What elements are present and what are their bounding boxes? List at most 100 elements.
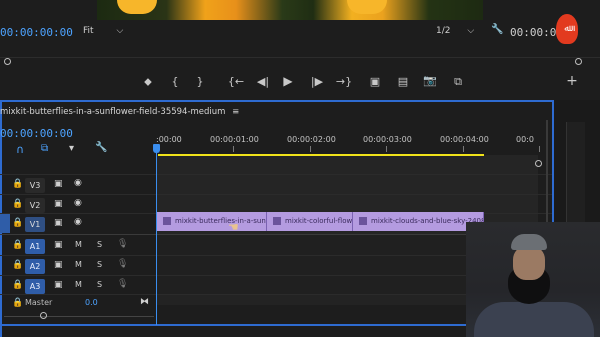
track-header-a1: 🔒 A1 ▣ M S 🎙 (0, 237, 155, 257)
mouse-cursor-icon: ☚ (228, 220, 239, 234)
lock-icon[interactable]: 🔒 (12, 280, 23, 290)
ruler-label: 00:00:01:00 (210, 135, 259, 144)
resolution-select[interactable]: 1/2 ⌵ (436, 26, 474, 36)
mark-in-button[interactable]: { (168, 75, 182, 88)
sync-lock-icon[interactable]: ▣ (54, 199, 63, 209)
fx-badge-icon (359, 217, 367, 225)
clip-v1[interactable]: mixkit-clouds-and-blue-sky-2408 (353, 212, 484, 231)
microphone-icon[interactable]: 🎙 (117, 239, 128, 249)
add-marker-icon[interactable]: ▾ (69, 143, 74, 154)
eye-icon[interactable]: ◉ (74, 198, 82, 208)
zoom-select[interactable]: Fit ⌵ (83, 26, 123, 36)
extract-button[interactable]: ▤ (396, 75, 410, 88)
step-forward-button[interactable]: |▶ (308, 75, 326, 88)
master-label: Master (25, 298, 53, 307)
solo-button[interactable]: S (97, 280, 102, 289)
lock-icon[interactable]: 🔒 (12, 179, 23, 189)
playhead-timecode[interactable]: 00:00:00:00 (0, 26, 73, 39)
sync-lock-icon[interactable]: ▣ (54, 240, 63, 250)
solo-button[interactable]: S (97, 260, 102, 269)
lock-icon[interactable]: 🔒 (12, 260, 23, 270)
ruler-label: :00:00 (156, 135, 182, 144)
clip-name: mixkit-butterflies-in-a-sunfl (175, 217, 267, 225)
solo-button[interactable]: S (97, 240, 102, 249)
monitor-scroll-knob[interactable] (4, 58, 11, 65)
track-header-v3: 🔒 V3 ▣ ◉ (0, 176, 155, 196)
monitor-scroll-knob[interactable] (575, 58, 582, 65)
sequence-tab-label: mixkit-butterflies-in-a-sunflower-field-… (0, 107, 226, 117)
clip-name: mixkit-colorful-flow (285, 217, 353, 225)
lock-icon[interactable]: 🔒 (12, 240, 23, 250)
presenter-body (474, 302, 594, 337)
settings-wrench-icon[interactable]: 🔧 (491, 24, 503, 35)
track-label[interactable]: A1 (25, 239, 45, 254)
microphone-icon[interactable]: 🎙 (117, 279, 128, 289)
track-label[interactable]: A3 (25, 279, 45, 294)
menu-icon[interactable]: ≡ (232, 107, 239, 117)
mark-out-button[interactable]: } (193, 75, 207, 88)
resolution-select-value: 1/2 (436, 26, 451, 36)
sequence-tab[interactable]: mixkit-butterflies-in-a-sunflower-field-… (0, 107, 239, 117)
clip-v1[interactable]: mixkit-butterflies-in-a-sunfl (157, 212, 267, 231)
audio-meter-panel (566, 122, 585, 222)
track-header-v2: 🔒 V2 ▣ ◉ (0, 196, 155, 216)
panel-focus-border (0, 100, 554, 102)
sync-lock-icon[interactable]: ▣ (54, 218, 63, 228)
add-marker-button[interactable]: ⬥ (141, 75, 155, 89)
horizontal-scrollbar[interactable] (4, 316, 154, 317)
fx-badge-icon (163, 217, 171, 225)
snap-magnet-icon[interactable]: ∩ (16, 143, 24, 156)
presenter-webcam (466, 222, 600, 337)
play-button[interactable]: ▶ (281, 74, 295, 88)
export-frame-button[interactable]: 📷 (423, 74, 437, 87)
microphone-icon[interactable]: 🎙 (117, 259, 128, 269)
eye-icon[interactable]: ◉ (74, 217, 82, 227)
ruler-label: 00:0 (516, 135, 534, 144)
ruler-label: 00:00:02:00 (287, 135, 336, 144)
preview-sunflower (347, 0, 387, 14)
scroll-knob-left[interactable] (40, 312, 47, 319)
ruler-tick (463, 146, 464, 152)
lock-icon[interactable]: 🔒 (12, 218, 23, 228)
sync-lock-icon[interactable]: ▣ (54, 260, 63, 270)
ruler-tick (386, 146, 387, 152)
track-label[interactable]: V1 (25, 217, 45, 232)
track-header-v1: 🔒 V1 ▣ ◉ (0, 215, 155, 235)
track-label[interactable]: V2 (25, 198, 45, 213)
zoom-select-value: Fit (83, 26, 94, 36)
ruler-label: 00:00:04:00 (440, 135, 489, 144)
track-label[interactable]: V3 (25, 178, 45, 193)
track-divider (0, 174, 552, 175)
sync-lock-icon[interactable]: ▣ (54, 179, 63, 189)
go-to-end-icon[interactable]: ⧓ (140, 297, 149, 307)
mute-button[interactable]: M (75, 240, 82, 249)
linked-selection-icon[interactable]: ⧉ (41, 143, 48, 154)
preview-sunflower (117, 0, 157, 14)
playhead-handle[interactable] (153, 144, 160, 153)
ruler-tick (539, 146, 540, 152)
step-back-button[interactable]: ◀| (254, 75, 272, 88)
go-to-in-button[interactable]: {← (227, 75, 245, 88)
playhead-line[interactable] (156, 145, 157, 325)
add-button[interactable]: + (565, 73, 579, 89)
comparison-view-button[interactable]: ⧉ (451, 75, 465, 89)
clip-v1[interactable]: mixkit-colorful-flow (267, 212, 353, 231)
track-label[interactable]: A2 (25, 259, 45, 274)
work-area-bar[interactable] (158, 154, 484, 156)
lift-button[interactable]: ▣ (368, 75, 382, 88)
divider (0, 57, 600, 58)
go-to-out-button[interactable]: →} (335, 75, 353, 88)
lock-icon[interactable]: 🔒 (12, 298, 23, 308)
eye-icon[interactable]: ◉ (74, 178, 82, 188)
mute-button[interactable]: M (75, 280, 82, 289)
ruler-tick (310, 146, 311, 152)
presenter-face (513, 246, 545, 280)
sync-lock-icon[interactable]: ▣ (54, 280, 63, 290)
track-header-master: 🔒 Master 0.0 ⧓ (0, 297, 155, 317)
scroll-knob-top[interactable] (535, 160, 542, 167)
mute-button[interactable]: M (75, 260, 82, 269)
sequence-timecode[interactable]: 00:00:00:00 (0, 127, 73, 140)
master-volume-value[interactable]: 0.0 (85, 298, 98, 307)
lock-icon[interactable]: 🔒 (12, 199, 23, 209)
timeline-settings-wrench-icon[interactable]: 🔧 (95, 142, 107, 153)
